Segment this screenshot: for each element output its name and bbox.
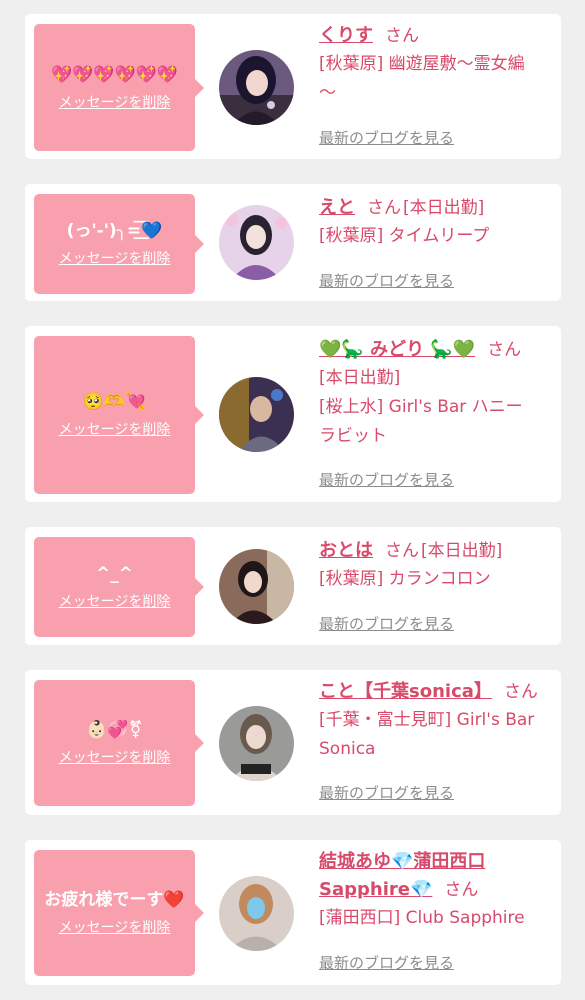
avatar[interactable] <box>219 377 294 452</box>
sender-name-link[interactable]: こと【千葉sonica】 <box>319 681 492 702</box>
sender-name-link[interactable]: えと <box>319 197 355 218</box>
avatar[interactable] <box>219 876 294 951</box>
delete-message-link[interactable]: メッセージを削除 <box>59 419 171 439</box>
message-bubble: 🥺🫶💘 メッセージを削除 <box>34 336 204 494</box>
message-card: 🥺🫶💘 メッセージを削除 💚🦕 みどり 🦕💚 さん [本日出勤] [桜上水] Gi… <box>25 326 561 502</box>
message-text: ^_^ <box>96 564 133 584</box>
honorific: さん <box>385 541 419 561</box>
shop-name: [秋葉原] 幽遊屋敷〜霊女編 <box>319 54 525 74</box>
shop-name: [秋葉原] タイムリープ <box>319 226 490 246</box>
shop-name: [千葉・富士見町] Girl's Bar <box>319 710 535 730</box>
sender-info: 💚🦕 みどり 🦕💚 さん [本日出勤] [桜上水] Girl's Bar ハニー … <box>319 336 557 451</box>
avatar[interactable] <box>219 50 294 125</box>
latest-blog-link[interactable]: 最新のブログを見る <box>319 270 454 291</box>
message-text: 🥺🫶💘 <box>82 392 147 412</box>
shop-name: [桜上水] Girl's Bar ハニー <box>319 397 523 417</box>
sender-name-link[interactable]: 💚🦕 みどり 🦕💚 <box>319 339 475 360</box>
delete-message-link[interactable]: メッセージを削除 <box>59 591 171 611</box>
delete-message-link[interactable]: メッセージを削除 <box>59 248 171 268</box>
status-badge: [本日出勤] <box>319 368 401 388</box>
name-line: くりす さん <box>319 22 557 50</box>
message-text: (っ'-')╮=͟͟͞͞💙 <box>66 221 163 241</box>
message-bubble: ^_^ メッセージを削除 <box>34 537 204 637</box>
name-line: Sapphire💎 さん <box>319 876 557 904</box>
latest-blog-link[interactable]: 最新のブログを見る <box>319 127 454 148</box>
latest-blog-link[interactable]: 最新のブログを見る <box>319 782 454 803</box>
name-line: えと さん [本日出勤] <box>319 194 557 222</box>
message-bubble: 💖💖💖💖💖💖 メッセージを削除 <box>34 24 204 151</box>
honorific: さん <box>444 880 479 900</box>
shop-name: Sonica <box>319 739 376 759</box>
message-text: 💖💖💖💖💖💖 <box>50 64 178 85</box>
sender-name-link[interactable]: おとは <box>319 540 373 561</box>
message-text: 👶🏻💞⚧ <box>86 720 143 740</box>
avatar[interactable] <box>219 706 294 781</box>
name-line: 💚🦕 みどり 🦕💚 さん <box>319 336 557 364</box>
message-bubble: (っ'-')╮=͟͟͞͞💙 メッセージを削除 <box>34 194 204 294</box>
sender-info: くりす さん [秋葉原] 幽遊屋敷〜霊女編 〜 <box>319 22 557 108</box>
avatar[interactable] <box>219 549 294 624</box>
sender-name-link[interactable]: Sapphire💎 <box>319 879 432 900</box>
message-bubble: お疲れ様でーす❤️ メッセージを削除 <box>34 850 204 976</box>
message-card: 👶🏻💞⚧ メッセージを削除 こと【千葉sonica】 さん [千葉・富士見町] G… <box>25 670 561 815</box>
avatar[interactable] <box>219 205 294 280</box>
latest-blog-link[interactable]: 最新のブログを見る <box>319 952 454 973</box>
message-card: お疲れ様でーす❤️ メッセージを削除 結城あゆ💎蒲田西口 Sapphire💎 さん… <box>25 840 561 985</box>
name-line: 結城あゆ💎蒲田西口 <box>319 848 557 876</box>
sender-name-link[interactable]: くりす <box>319 25 373 46</box>
status-badge: [本日出勤] <box>421 541 503 561</box>
message-text: お疲れ様でーす❤️ <box>44 890 185 910</box>
shop-name: [蒲田西口] Club Sapphire <box>319 908 525 928</box>
sender-info: えと さん [本日出勤] [秋葉原] タイムリープ <box>319 194 557 251</box>
sender-info: 結城あゆ💎蒲田西口 Sapphire💎 さん [蒲田西口] Club Sapphi… <box>319 848 557 933</box>
name-line: こと【千葉sonica】 さん <box>319 678 557 706</box>
name-line: おとは さん [本日出勤] <box>319 537 557 565</box>
shop-name: ラビット <box>319 426 387 446</box>
delete-message-link[interactable]: メッセージを削除 <box>59 92 171 112</box>
sender-name-link[interactable]: 結城あゆ💎蒲田西口 <box>319 851 485 872</box>
honorific: さん <box>367 198 401 218</box>
shop-name: [秋葉原] カランコロン <box>319 569 491 589</box>
shop-name: 〜 <box>319 83 336 103</box>
delete-message-link[interactable]: メッセージを削除 <box>59 747 171 767</box>
message-card: 💖💖💖💖💖💖 メッセージを削除 くりす さん [秋葉原] 幽遊屋敷〜霊女編 〜 最… <box>25 14 561 159</box>
latest-blog-link[interactable]: 最新のブログを見る <box>319 613 454 634</box>
sender-info: おとは さん [本日出勤] [秋葉原] カランコロン <box>319 537 557 594</box>
latest-blog-link[interactable]: 最新のブログを見る <box>319 469 454 490</box>
honorific: さん <box>487 340 522 360</box>
honorific: さん <box>385 26 419 46</box>
sender-info: こと【千葉sonica】 さん [千葉・富士見町] Girl's Bar Soni… <box>319 678 557 764</box>
message-card: (っ'-')╮=͟͟͞͞💙 メッセージを削除 えと さん [本日出勤] [秋葉原] … <box>25 184 561 301</box>
message-bubble: 👶🏻💞⚧ メッセージを削除 <box>34 680 204 806</box>
delete-message-link[interactable]: メッセージを削除 <box>59 917 171 937</box>
honorific: さん <box>503 682 538 702</box>
status-badge: [本日出勤] <box>403 198 485 218</box>
message-card: ^_^ メッセージを削除 おとは さん [本日出勤] [秋葉原] カランコロン 最新… <box>25 527 561 645</box>
